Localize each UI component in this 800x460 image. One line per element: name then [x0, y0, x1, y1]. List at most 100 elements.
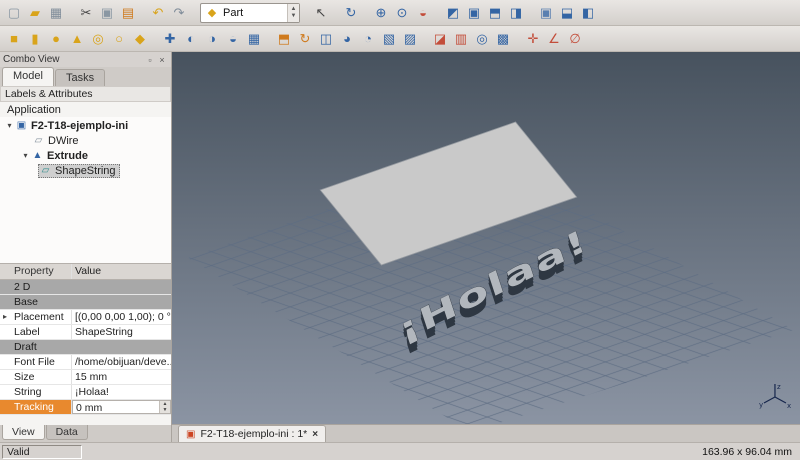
cross-sections-icon[interactable]: ▥ [451, 29, 471, 49]
workbench-spinner[interactable]: ▲ ▼ [287, 3, 299, 22]
property-editor: Property Value 2 D Base ▸ Placement [(0,0… [0, 263, 171, 415]
tracking-value-input[interactable]: 0 mm [73, 401, 159, 413]
freecad-window: ▢ ▰ ▦ ✂ ▣ ▤ ↶ ↷ ◆ Part ▲ ▼ ↖ ↻ ⊕ ⊙ ◒ ◩ ▣… [0, 0, 800, 460]
document-tab-label: F2-T18-ejemplo-ini : 1* [200, 428, 308, 440]
tree-item-dwire[interactable]: ▱ DWire [0, 133, 171, 148]
axis-z-label: z [777, 383, 781, 391]
undock-icon[interactable]: ▫ [144, 55, 156, 65]
freecad-document-icon: ▣ [186, 428, 196, 440]
tab-model[interactable]: Model [2, 67, 54, 86]
whats-this-icon[interactable]: ↖ [311, 3, 331, 23]
workbench-selector[interactable]: ◆ Part ▲ ▼ [200, 2, 300, 23]
new-document-icon[interactable]: ▢ [4, 3, 24, 23]
labels-attributes-header: Labels & Attributes [0, 86, 171, 102]
cone-icon[interactable]: ▲ [67, 29, 87, 49]
zoom-selection-icon[interactable]: ⊙ [392, 3, 412, 23]
measure-clear-icon[interactable]: ∅ [565, 29, 585, 49]
property-group-2d[interactable]: 2 D [0, 280, 171, 295]
sweep-icon[interactable]: ▨ [400, 29, 420, 49]
viewport-container: ¡Holaa! ¡Holaa! ¡Holaa! ¡Holaa! z y x ▣ … [172, 52, 800, 442]
cut-icon[interactable]: ✂ [76, 3, 96, 23]
property-row-string[interactable]: String ¡Holaa! [0, 385, 171, 400]
measure-angular-icon[interactable]: ∠ [544, 29, 564, 49]
fillet-icon[interactable]: ◕ [337, 29, 357, 49]
close-icon[interactable]: × [156, 55, 168, 65]
tree-application[interactable]: Application [0, 102, 171, 117]
tab-tasks[interactable]: Tasks [54, 69, 106, 86]
chamfer-icon[interactable]: ◔ [358, 29, 378, 49]
property-row-size[interactable]: Size 15 mm [0, 370, 171, 385]
property-row-tracking[interactable]: Tracking 0 mm ▲ ▼ [0, 400, 171, 415]
combo-view-title: Combo View [3, 54, 60, 65]
shape-builder-icon[interactable]: ✚ [160, 29, 180, 49]
3d-viewport[interactable]: ¡Holaa! ¡Holaa! ¡Holaa! ¡Holaa! z y x [172, 52, 800, 424]
expander-closed-icon[interactable]: ▸ [3, 310, 7, 324]
document-tab-bar: ▣ F2-T18-ejemplo-ini : 1* × [172, 424, 800, 442]
isometric-view-icon[interactable]: ◩ [443, 3, 463, 23]
tab-view[interactable]: View [2, 425, 45, 440]
thickness-icon[interactable]: ▩ [493, 29, 513, 49]
bottom-view-icon[interactable]: ⬓ [557, 3, 577, 23]
section-icon[interactable]: ◪ [430, 29, 450, 49]
loft-icon[interactable]: ▧ [379, 29, 399, 49]
tube-icon[interactable]: ○ [109, 29, 129, 49]
property-row-label[interactable]: Label ShapeString [0, 325, 171, 340]
combo-view-header: Combo View ▫ × [0, 52, 171, 67]
axis-x-label: x [787, 402, 791, 410]
tree-item-shapestring[interactable]: ▱ ShapeString [0, 163, 171, 178]
create-primitives-icon[interactable]: ◆ [130, 29, 150, 49]
shapestring-icon: ▱ [41, 165, 50, 176]
boolean-intersection-icon[interactable]: ◒ [223, 29, 243, 49]
combo-view-panel: Combo View ▫ × Model Tasks Labels & Attr… [0, 52, 172, 442]
torus-icon[interactable]: ◎ [88, 29, 108, 49]
extrude-item-icon: ▲ [32, 150, 43, 161]
toolbar-part-tools: ■ ▮ ● ▲ ◎ ○ ◆ ✚ ◐ ◑ ◒ ▦ ⬒ ↻ ◫ ◕ ◔ ▧ ▨ ◪ … [0, 26, 800, 52]
draw-style-icon[interactable]: ◒ [413, 3, 433, 23]
save-icon[interactable]: ▦ [46, 3, 66, 23]
mirror-icon[interactable]: ◫ [316, 29, 336, 49]
document-tab[interactable]: ▣ F2-T18-ejemplo-ini : 1* × [178, 425, 327, 442]
left-view-icon[interactable]: ◧ [578, 3, 598, 23]
axis-y-label: y [759, 401, 763, 409]
tab-data[interactable]: Data [45, 425, 88, 440]
paste-icon[interactable]: ▤ [118, 3, 138, 23]
top-view-icon[interactable]: ⬒ [485, 3, 505, 23]
document-icon: ▣ [16, 120, 27, 131]
extrude-icon[interactable]: ⬒ [274, 29, 294, 49]
status-message: Valid [2, 444, 82, 459]
property-group-draft[interactable]: Draft [0, 340, 171, 355]
compound-icon[interactable]: ▦ [244, 29, 264, 49]
boolean-cut-icon[interactable]: ◑ [202, 29, 222, 49]
open-folder-icon[interactable]: ▰ [25, 3, 45, 23]
rear-view-icon[interactable]: ▣ [536, 3, 556, 23]
tree-item-document[interactable]: ▾ ▣ F2-T18-ejemplo-ini [0, 118, 171, 133]
close-tab-icon[interactable]: × [312, 429, 318, 440]
property-group-base[interactable]: Base [0, 295, 171, 310]
copy-icon[interactable]: ▣ [97, 3, 117, 23]
expander-open-icon[interactable]: ▾ [4, 121, 15, 130]
sphere-icon[interactable]: ● [46, 29, 66, 49]
box-icon[interactable]: ■ [4, 29, 24, 49]
undo-icon[interactable]: ↶ [148, 3, 168, 23]
right-view-icon[interactable]: ◨ [506, 3, 526, 23]
revolve-icon[interactable]: ↻ [295, 29, 315, 49]
redo-icon[interactable]: ↷ [169, 3, 189, 23]
front-view-icon[interactable]: ▣ [464, 3, 484, 23]
workbench-label: Part [223, 6, 244, 19]
dimensions-readout: 163.96 x 96.04 mm [702, 445, 792, 458]
measure-linear-icon[interactable]: ✛ [523, 29, 543, 49]
spin-down-icon: ▼ [290, 12, 297, 19]
cylinder-icon[interactable]: ▮ [25, 29, 45, 49]
boolean-union-icon[interactable]: ◐ [181, 29, 201, 49]
toolbar-file-view: ▢ ▰ ▦ ✂ ▣ ▤ ↶ ↷ ◆ Part ▲ ▼ ↖ ↻ ⊕ ⊙ ◒ ◩ ▣… [0, 0, 800, 26]
property-row-font-file[interactable]: Font File /home/obijuan/deve... [0, 355, 171, 370]
tree-item-extrude[interactable]: ▾ ▲ Extrude [0, 148, 171, 163]
offset-icon[interactable]: ◎ [472, 29, 492, 49]
expander-open-icon[interactable]: ▾ [20, 151, 31, 160]
property-row-placement[interactable]: ▸Placement [(0,00 0,00 1,00); 0 °; ... [0, 310, 171, 325]
model-tree: ▾ ▣ F2-T18-ejemplo-ini ▱ DWire ▾ ▲ Extru… [0, 117, 171, 263]
refresh-icon[interactable]: ↻ [341, 3, 361, 23]
fit-all-icon[interactable]: ⊕ [371, 3, 391, 23]
property-grid-header: Property Value [0, 264, 171, 280]
spin-down-button[interactable]: ▼ [160, 407, 170, 413]
